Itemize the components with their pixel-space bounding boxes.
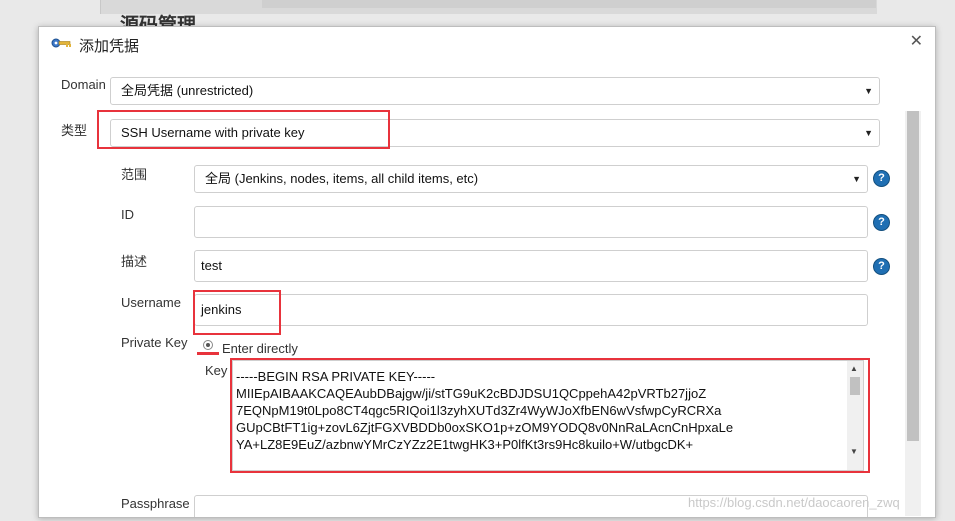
scroll-thumb[interactable] [850, 377, 860, 395]
dialog-titlebar: 添加凭据 ✕ [39, 27, 935, 63]
help-icon[interactable]: ? [873, 258, 890, 275]
id-input[interactable] [194, 206, 868, 238]
domain-select-value: 全局凭据 (unrestricted) [121, 83, 254, 98]
key-textarea-scrollbar[interactable]: ▲ ▼ [847, 361, 863, 470]
key-label: Key [205, 363, 228, 378]
close-icon[interactable]: ✕ [910, 31, 923, 51]
key-line: 7EQNpM19t0Lpo8CT4qgc5RIQoi1l3zyhXUTd3Zr4… [236, 403, 722, 418]
add-credentials-dialog: 添加凭据 ✕ Domain 全局凭据 (unrestricted) ▼ 类型 S… [38, 26, 936, 518]
username-input[interactable]: jenkins [194, 294, 868, 326]
help-icon[interactable]: ? [873, 170, 890, 187]
id-label: ID [121, 207, 134, 222]
passphrase-label: Passphrase [121, 496, 190, 511]
scroll-down-icon[interactable]: ▼ [850, 447, 858, 456]
description-label: 描述 [121, 254, 148, 269]
username-label: Username [121, 295, 181, 310]
chevron-down-icon: ▼ [864, 86, 873, 96]
enter-directly-radio[interactable] [203, 340, 213, 350]
scroll-up-icon[interactable]: ▲ [850, 364, 858, 373]
domain-select[interactable]: 全局凭据 (unrestricted) ▼ [110, 77, 880, 105]
enter-directly-label[interactable]: Enter directly [222, 341, 298, 356]
key-line: GUpCBtFT1ig+zovL6ZjtFGXVBDDb0oxSKO1p+zOM… [236, 420, 734, 435]
dialog-title: 添加凭据 [79, 38, 140, 55]
scope-select-value: 全局 (Jenkins, nodes, items, all child ite… [205, 171, 479, 186]
dialog-scrollbar[interactable] [905, 111, 921, 516]
help-icon[interactable]: ? [873, 214, 890, 231]
key-icon [51, 36, 73, 50]
key-line: YA+LZ8E9EuZ/azbnwYMrCzYZz2E1twgHK3+P0lfK… [236, 437, 694, 452]
private-key-textarea[interactable]: -----BEGIN RSA PRIVATE KEY----- MIIEpAIB… [232, 360, 864, 471]
key-line: -----BEGIN RSA PRIVATE KEY----- [236, 369, 436, 384]
type-label: 类型 [61, 123, 88, 138]
type-select-value: SSH Username with private key [121, 125, 305, 140]
description-input[interactable]: test [194, 250, 868, 282]
radio-highlight-underline [197, 352, 219, 355]
domain-label: Domain [61, 77, 106, 92]
scope-label: 范围 [121, 167, 148, 182]
type-select[interactable]: SSH Username with private key ▼ [110, 119, 880, 147]
background-tab [262, 0, 876, 8]
chevron-down-icon: ▼ [864, 128, 873, 138]
dialog-scrollbar-thumb[interactable] [907, 111, 919, 441]
key-line: MIIEpAIBAAKCAQEAubDBajgw/ji/stTG9uK2cBDJ… [236, 386, 707, 401]
watermark: https://blog.csdn.net/daocaoren_zwq [688, 495, 900, 510]
scope-select[interactable]: 全局 (Jenkins, nodes, items, all child ite… [194, 165, 868, 193]
private-key-label: Private Key [121, 335, 188, 350]
chevron-down-icon: ▼ [852, 174, 861, 184]
